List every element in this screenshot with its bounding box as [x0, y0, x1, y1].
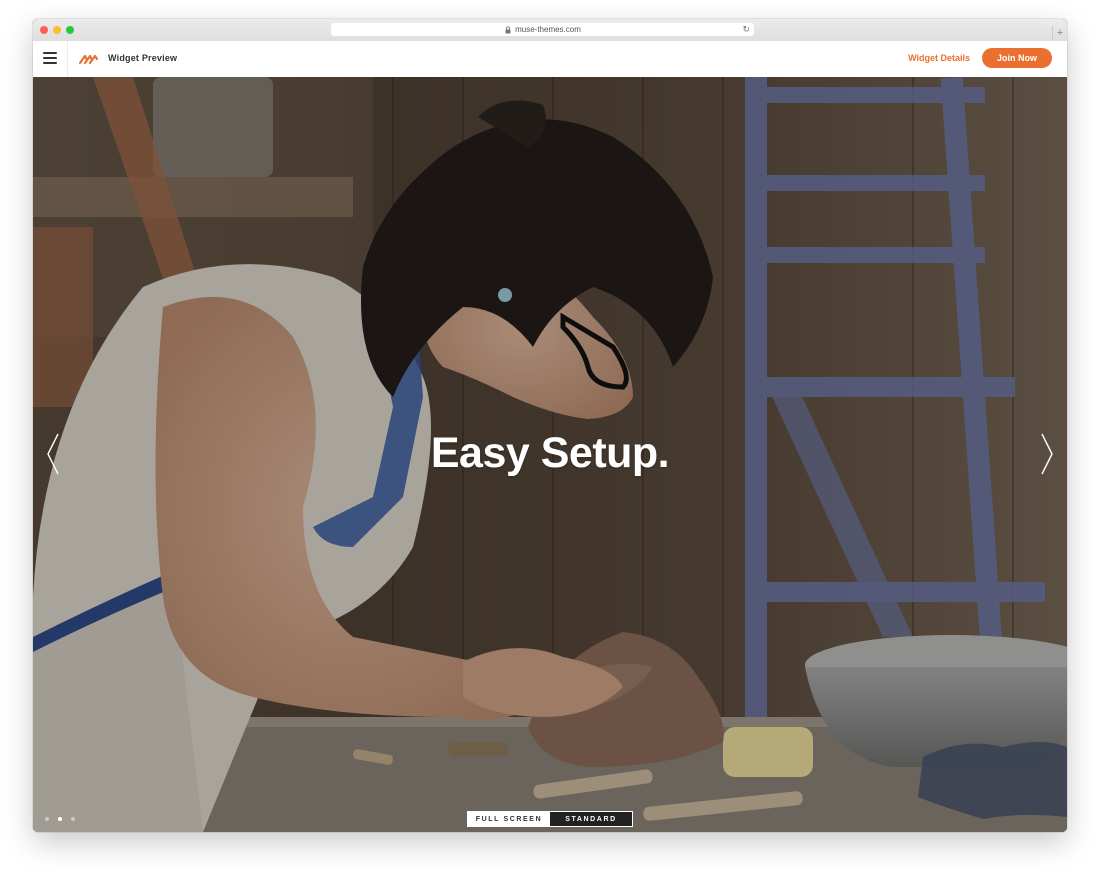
slide-dot-3[interactable]: [71, 817, 75, 821]
minimize-window-button[interactable]: [53, 26, 61, 34]
hero-headline: Easy Setup.: [430, 429, 670, 477]
reload-icon[interactable]: ↻: [742, 24, 750, 35]
address-bar[interactable]: muse-themes.com ↻: [331, 23, 754, 36]
new-tab-button[interactable]: +: [1052, 26, 1067, 40]
browser-window: muse-themes.com ↻ + Widget Preview Widge…: [33, 19, 1067, 832]
widget-details-link[interactable]: Widget Details: [908, 53, 970, 63]
join-now-button[interactable]: Join Now: [982, 48, 1052, 68]
maximize-window-button[interactable]: [66, 26, 74, 34]
site-header: Widget Preview Widget Details Join Now: [33, 41, 1067, 78]
standard-button[interactable]: STANDARD: [550, 812, 632, 826]
header-divider: [67, 41, 68, 77]
browser-titlebar: muse-themes.com ↻ +: [33, 19, 1067, 42]
view-mode-toggle: FULL SCREEN STANDARD: [467, 811, 633, 827]
address-bar-url: muse-themes.com: [515, 25, 581, 34]
slide-dot-1[interactable]: [45, 817, 49, 821]
slide-dot-2[interactable]: [58, 817, 62, 821]
brand-logo-icon: [79, 54, 99, 65]
hero-slider: Easy Setup. FULL SCREEN STANDARD: [33, 77, 1067, 832]
hamburger-menu-icon[interactable]: [43, 52, 57, 64]
slide-pagination: [45, 817, 75, 821]
chevron-left-icon[interactable]: [46, 432, 60, 476]
chevron-right-icon[interactable]: [1040, 432, 1054, 476]
close-window-button[interactable]: [40, 26, 48, 34]
page-title: Widget Preview: [108, 53, 178, 63]
lock-icon: [504, 25, 512, 34]
full-screen-button[interactable]: FULL SCREEN: [468, 812, 550, 826]
